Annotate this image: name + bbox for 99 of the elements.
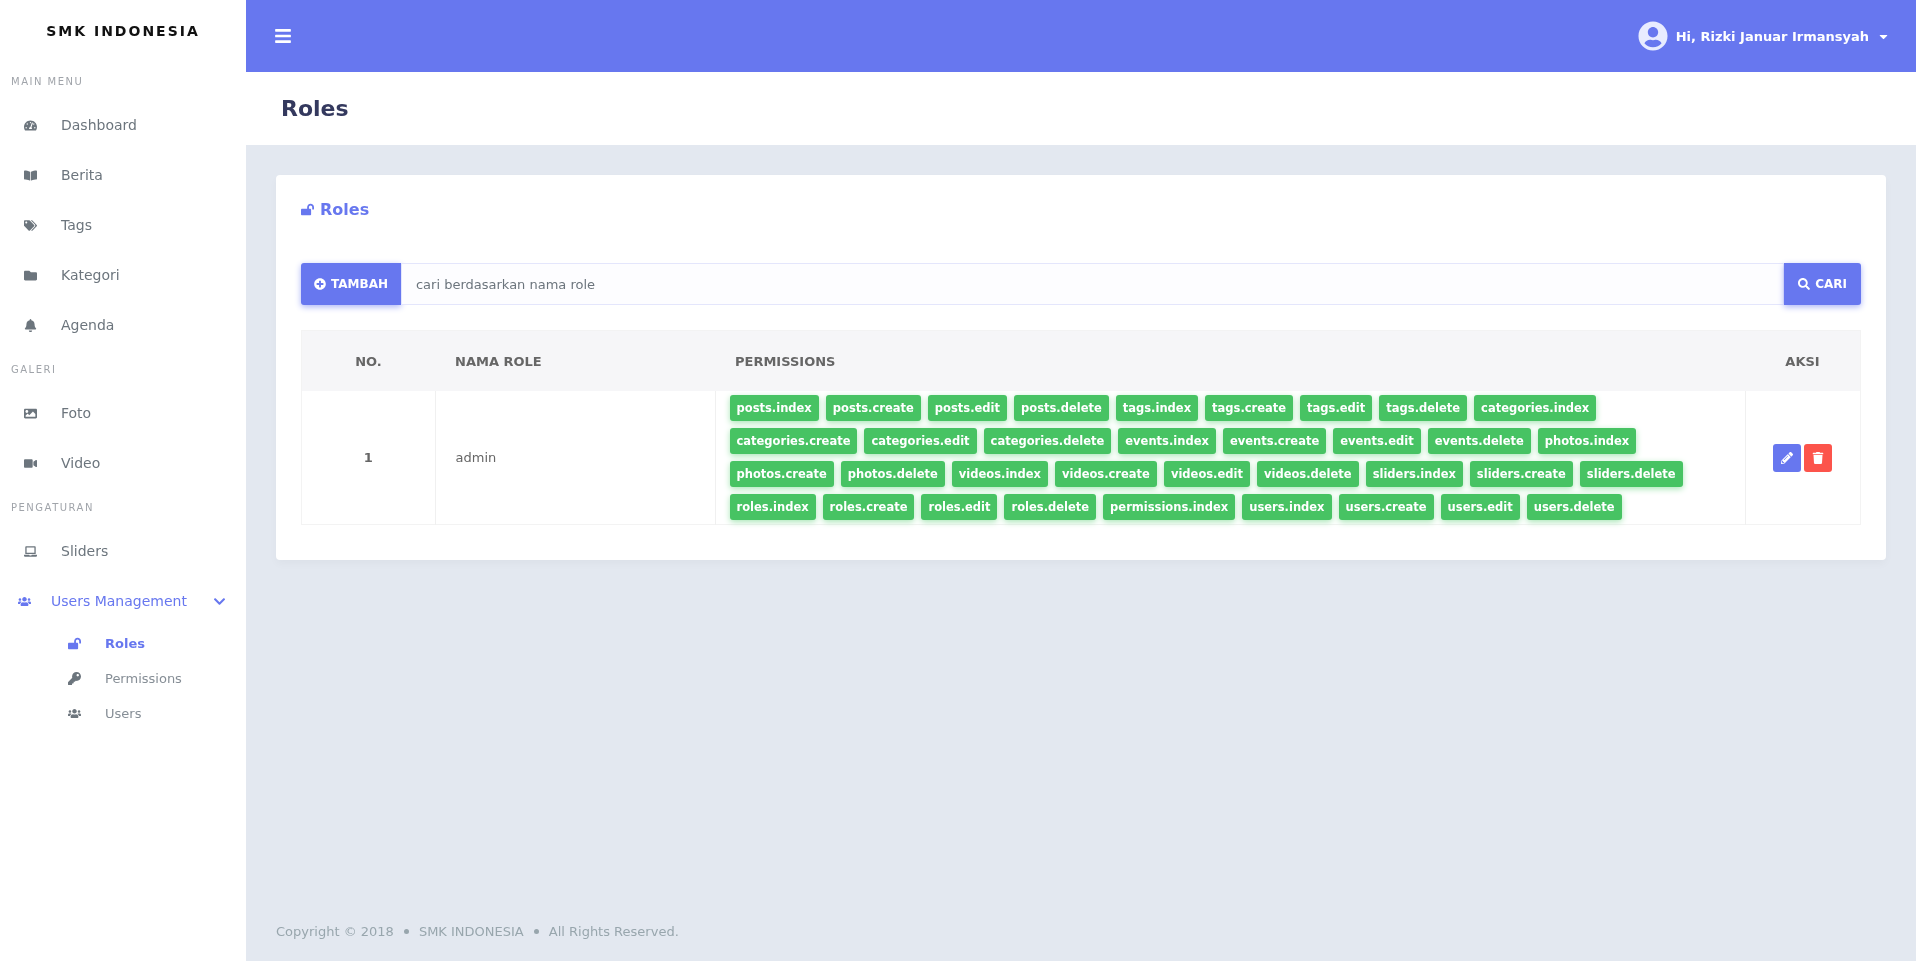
avatar-icon — [1637, 21, 1668, 51]
sidebar-label: Sliders — [61, 543, 110, 559]
sidebar-item[interactable]: Sliders — [0, 526, 246, 576]
permission-badge: users.index — [1242, 494, 1332, 520]
permission-badge: photos.index — [1537, 428, 1637, 454]
column-header: NO. — [301, 330, 435, 391]
search-field[interactable]: cari berdasarkan nama role — [400, 263, 1785, 305]
delete-button[interactable] — [1804, 443, 1833, 472]
pencil-icon — [1781, 451, 1794, 464]
permission-badge: events.delete — [1427, 428, 1531, 454]
permission-badge: sliders.delete — [1579, 461, 1683, 487]
permission-badge: users.create — [1338, 494, 1434, 520]
bell-icon — [24, 318, 37, 332]
permission-badge: categories.index — [1474, 395, 1597, 421]
permission-badge: tags.delete — [1379, 395, 1468, 421]
permission-badge: roles.edit — [921, 494, 998, 520]
plus-icon — [314, 278, 326, 290]
users-icon — [18, 594, 31, 608]
trash-icon — [1812, 451, 1825, 464]
sidebar-item[interactable]: Tags — [0, 200, 246, 250]
section-title: GALERI — [10, 362, 58, 377]
permission-badge: roles.delete — [1004, 494, 1097, 520]
permission-badge: videos.index — [951, 461, 1048, 487]
permission-badge: permissions.index — [1103, 494, 1236, 520]
permission-badge: categories.delete — [983, 428, 1112, 454]
unlock-icon — [68, 637, 81, 650]
permission-badge: roles.create — [822, 494, 915, 520]
sidebar-label: Video — [61, 455, 102, 471]
sidebar-label: Dashboard — [61, 117, 138, 133]
permission-badge: tags.edit — [1300, 395, 1373, 421]
folder-icon — [24, 268, 37, 282]
sidebar-item[interactable]: Berita — [0, 150, 246, 200]
submenu-item[interactable]: Permissions — [0, 661, 246, 696]
separator-dot — [533, 929, 539, 934]
sidebar-label: Agenda — [61, 317, 116, 333]
sidebar-label: Kategori — [61, 267, 121, 283]
sidebar-label: Foto — [61, 405, 93, 421]
laptop-icon — [24, 544, 37, 558]
permission-badge: videos.edit — [1163, 461, 1250, 487]
sidebar-item[interactable]: Foto — [0, 388, 246, 438]
menu-button[interactable] — [274, 27, 292, 45]
permission-badge: videos.delete — [1256, 461, 1359, 487]
table-cell: admin — [435, 391, 715, 525]
sidebar-label: Tags — [61, 217, 93, 233]
page-title: Roles — [281, 96, 349, 121]
menu-icon — [274, 27, 292, 45]
submenu-item[interactable]: Roles — [0, 626, 246, 661]
user-menu[interactable]: Hi, Rizki Januar Irmansyah — [1637, 21, 1890, 51]
separator-dot — [403, 929, 409, 934]
permission-badge: events.create — [1222, 428, 1327, 454]
book-icon — [24, 168, 37, 182]
permission-badge: posts.create — [825, 395, 921, 421]
search-icon — [1798, 278, 1811, 290]
footer-text: SMK INDONESIA — [418, 924, 524, 939]
permission-badge: categories.edit — [864, 428, 977, 454]
table-cell: 1 — [301, 391, 435, 525]
permission-badge: categories.create — [729, 428, 858, 454]
permission-badge: posts.edit — [927, 395, 1007, 421]
search-button[interactable]: CARI — [1784, 263, 1861, 305]
add-button[interactable]: TAMBAH — [301, 263, 401, 305]
edit-button[interactable] — [1773, 443, 1802, 472]
column-header: PERMISSIONS — [715, 330, 1745, 391]
brand-title: SMK INDONESIA — [45, 22, 201, 41]
sidebar-label: Users Management — [51, 593, 188, 609]
permission-badge: users.delete — [1526, 494, 1622, 520]
sidebar-item[interactable]: Video — [0, 438, 246, 488]
image-icon — [24, 406, 37, 420]
permission-badge: posts.delete — [1014, 395, 1109, 421]
permission-badge: posts.index — [729, 395, 819, 421]
permission-badge: events.index — [1118, 428, 1216, 454]
sidebar-label: Berita — [61, 167, 104, 183]
sidebar-item[interactable]: Kategori — [0, 250, 246, 300]
permission-badge: tags.index — [1115, 395, 1199, 421]
users-icon — [68, 707, 81, 720]
permission-badge: sliders.index — [1365, 461, 1463, 487]
permission-badge: events.edit — [1333, 428, 1421, 454]
permission-badge: photos.delete — [840, 461, 945, 487]
column-header: NAMA ROLE — [435, 330, 715, 391]
permission-badge: sliders.create — [1469, 461, 1573, 487]
permission-badge: tags.create — [1205, 395, 1294, 421]
submenu-item[interactable]: Users — [0, 696, 246, 731]
gauge-icon — [24, 118, 37, 132]
card-title: Roles — [301, 200, 1861, 219]
key-icon — [68, 672, 81, 685]
permission-badge: photos.create — [729, 461, 834, 487]
permission-badge: users.edit — [1440, 494, 1520, 520]
sidebar-item[interactable]: Agenda — [0, 300, 246, 350]
tags-icon — [24, 218, 37, 232]
video-camera-icon — [24, 456, 37, 470]
column-header: AKSI — [1745, 330, 1861, 391]
footer-text: Copyright © 2018 — [276, 924, 394, 939]
sidebar-item[interactable]: Users Management — [0, 576, 246, 626]
sidebar-item[interactable]: Dashboard — [0, 100, 246, 150]
section-title: MAIN MENU — [10, 74, 85, 89]
permission-badge: roles.index — [729, 494, 816, 520]
unlock-icon — [301, 203, 314, 216]
footer-text: All Rights Reserved. — [548, 924, 679, 939]
permission-badge: videos.create — [1054, 461, 1157, 487]
section-title: PENGATURAN — [10, 500, 95, 515]
